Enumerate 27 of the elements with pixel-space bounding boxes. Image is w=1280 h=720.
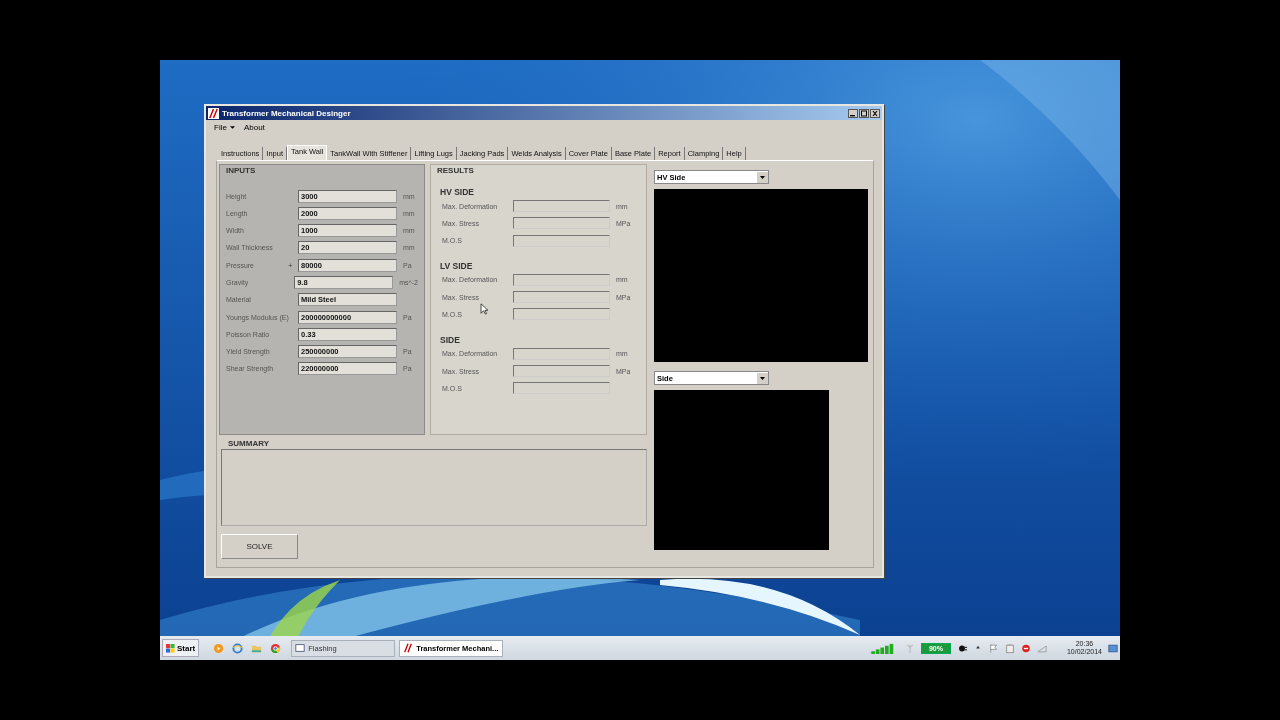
stop-icon[interactable] bbox=[1020, 642, 1031, 654]
app-icon bbox=[208, 107, 219, 119]
marker: + bbox=[288, 260, 293, 270]
browser-icon[interactable] bbox=[232, 642, 244, 654]
summary-title: SUMMARY bbox=[228, 439, 270, 448]
flag-icon[interactable] bbox=[988, 642, 999, 654]
solve-button[interactable]: SOLVE bbox=[221, 534, 298, 559]
window-title: Transformer Mechanical Desinger bbox=[222, 108, 352, 118]
chrome-icon[interactable] bbox=[270, 642, 282, 654]
minimize-icon[interactable] bbox=[848, 108, 858, 118]
section-heading: SIDE bbox=[440, 334, 461, 345]
section-heading: HV SIDE bbox=[440, 187, 475, 197]
caret-icon bbox=[229, 125, 235, 130]
section-heading: LV SIDE bbox=[440, 260, 474, 271]
show-desktop-icon[interactable] bbox=[1108, 642, 1118, 654]
clipboard-icon[interactable] bbox=[1004, 642, 1015, 654]
start-button[interactable]: Start bbox=[162, 639, 200, 657]
close-icon[interactable] bbox=[870, 108, 880, 118]
cursor-icon bbox=[480, 303, 489, 315]
panel-title: INPUTS bbox=[226, 166, 257, 175]
windows-logo-icon bbox=[166, 643, 175, 653]
window-icon bbox=[295, 643, 306, 653]
panel-title: RESULTS bbox=[437, 166, 475, 175]
menu-item[interactable]: About bbox=[243, 123, 265, 132]
menu-item[interactable]: File bbox=[214, 123, 235, 132]
maximize-icon[interactable] bbox=[859, 108, 869, 118]
app-icon bbox=[403, 643, 414, 653]
